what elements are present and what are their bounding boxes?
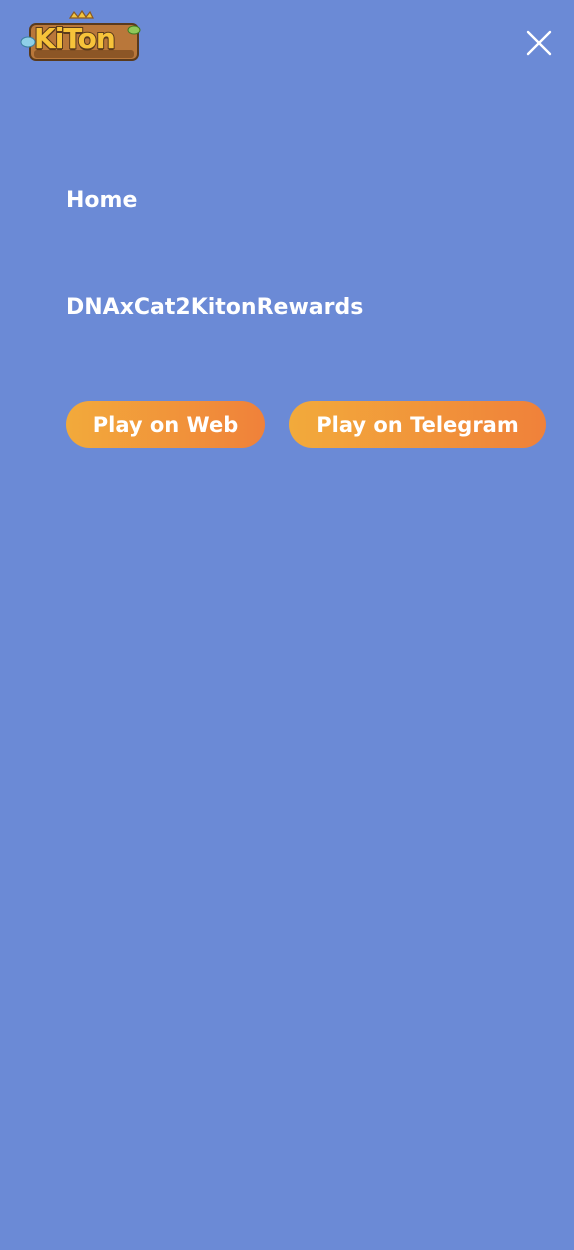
- nav-link-home[interactable]: Home: [66, 188, 137, 213]
- play-on-web-button[interactable]: Play on Web: [66, 401, 265, 448]
- play-on-telegram-button[interactable]: Play on Telegram: [289, 401, 546, 448]
- nav-link-dnaxcat2kitonrewards[interactable]: DNAxCat2KitonRewards: [66, 295, 363, 320]
- logo-text: KiTon: [33, 21, 117, 56]
- close-icon: [526, 30, 552, 56]
- kiton-logo[interactable]: KiTon: [20, 10, 142, 66]
- close-button[interactable]: [524, 28, 554, 58]
